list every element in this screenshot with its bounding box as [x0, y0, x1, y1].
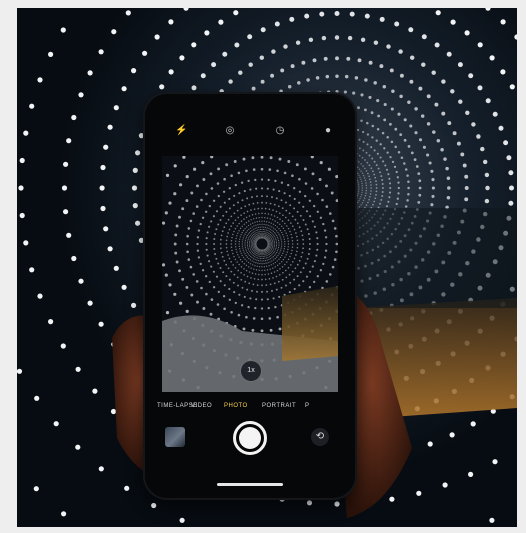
last-photo-thumbnail[interactable]: [165, 427, 185, 447]
zoom-button[interactable]: 1x: [240, 360, 262, 382]
camera-top-bar: ⚡ ◎ ◷ ●: [145, 94, 355, 158]
mode-video[interactable]: VIDEO: [191, 403, 212, 409]
flash-icon[interactable]: ⚡: [175, 126, 187, 136]
photo: ⚡ ◎ ◷ ● 1x TIME-LAPSE VIDEO PHOTO PORTRA…: [17, 8, 517, 527]
viewfinder-scene: [162, 156, 338, 392]
camera-controls: ⟲: [145, 419, 355, 459]
timer-icon[interactable]: ◷: [275, 126, 285, 136]
switch-camera-icon[interactable]: ⟲: [311, 428, 329, 446]
mode-photo[interactable]: PHOTO: [224, 403, 248, 409]
mode-portrait[interactable]: PORTRAIT: [262, 403, 296, 409]
live-photo-icon[interactable]: ◎: [225, 126, 235, 136]
smartphone: ⚡ ◎ ◷ ● 1x TIME-LAPSE VIDEO PHOTO PORTRA…: [145, 94, 355, 498]
camera-viewfinder[interactable]: 1x: [162, 156, 338, 392]
home-indicator: [217, 483, 283, 486]
camera-mode-bar: TIME-LAPSE VIDEO PHOTO PORTRAIT P: [145, 403, 355, 417]
shutter-button[interactable]: [233, 421, 267, 455]
mode-pano[interactable]: P: [305, 403, 310, 409]
filters-icon[interactable]: ●: [323, 126, 333, 136]
